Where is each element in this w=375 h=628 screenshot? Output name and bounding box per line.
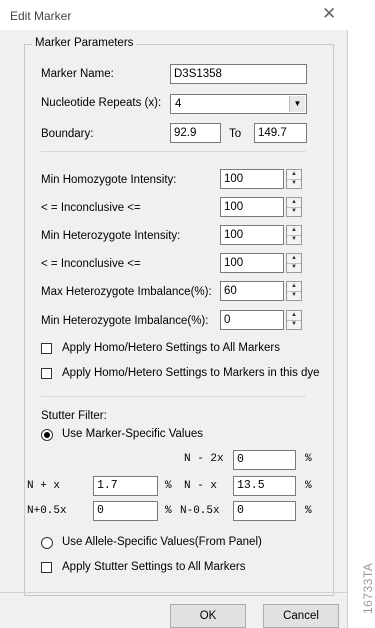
heterozygote-inconclusive-field[interactable]: 100	[220, 253, 284, 273]
max-heterozygote-imbalance-field[interactable]: 60	[220, 281, 284, 301]
spin-down-icon[interactable]: ▼	[287, 207, 301, 216]
close-icon[interactable]: ✕	[322, 5, 336, 23]
min-homozygote-intensity-spinner[interactable]: ▲ ▼	[286, 169, 302, 189]
apply-homo-hetero-dye-label: Apply Homo/Hetero Settings to Markers in…	[62, 367, 320, 379]
marker-name-label: Marker Name:	[41, 68, 114, 80]
n-minus-x-field[interactable]: 13.5	[233, 476, 296, 496]
title-bar: Edit Marker ✕	[0, 0, 348, 30]
min-heterozygote-intensity-spinner[interactable]: ▲ ▼	[286, 225, 302, 245]
apply-stutter-all-checkbox[interactable]	[41, 562, 52, 573]
min-homozygote-intensity-label: Min Homozygote Intensity:	[41, 174, 177, 186]
n-plus-half-x-field[interactable]: 0	[93, 501, 158, 521]
apply-homo-hetero-dye-checkbox[interactable]	[41, 368, 52, 379]
heterozygote-inconclusive-label: < = Inconclusive <=	[41, 258, 141, 270]
stutter-filter-label: Stutter Filter:	[41, 410, 107, 422]
nucleotide-repeats-label: Nucleotide Repeats (x):	[41, 97, 162, 109]
use-marker-specific-radio[interactable]	[41, 429, 53, 441]
min-heterozygote-imbalance-label: Min Heterozygote Imbalance(%):	[41, 315, 209, 327]
percent-unit: %	[305, 453, 312, 465]
min-heterozygote-imbalance-spinner[interactable]: ▲ ▼	[286, 310, 302, 330]
spin-down-icon[interactable]: ▼	[287, 291, 301, 300]
percent-unit: %	[165, 480, 172, 492]
apply-homo-hetero-all-label: Apply Homo/Hetero Settings to All Marker…	[62, 342, 280, 354]
n-minus-half-x-label: N-0.5x	[180, 505, 220, 517]
footer-divider	[0, 592, 348, 593]
divider	[41, 151, 306, 152]
heterozygote-inconclusive-spinner[interactable]: ▲ ▼	[286, 253, 302, 273]
min-heterozygote-imbalance-field[interactable]: 0	[220, 310, 284, 330]
homozygote-inconclusive-label: < = Inconclusive <=	[41, 202, 141, 214]
n-minus-x-label: N - x	[184, 480, 218, 492]
boundary-from-field[interactable]: 92.9	[170, 123, 221, 143]
max-heterozygote-imbalance-label: Max Heterozygote Imbalance(%):	[41, 286, 212, 298]
n-minus-half-x-field[interactable]: 0	[233, 501, 296, 521]
homozygote-inconclusive-spinner[interactable]: ▲ ▼	[286, 197, 302, 217]
boundary-label: Boundary:	[41, 128, 94, 140]
nucleotide-repeats-value: 4	[175, 98, 182, 110]
n-plus-x-label: N + x	[27, 480, 61, 492]
radio-selected-dot	[44, 432, 50, 438]
n-plus-half-x-label: N+0.5x	[27, 505, 67, 517]
spin-down-icon[interactable]: ▼	[287, 179, 301, 188]
figure-code: 16733TA	[361, 562, 375, 614]
chevron-down-icon[interactable]: ▼	[289, 96, 305, 112]
use-allele-specific-radio[interactable]	[41, 537, 53, 549]
percent-unit: %	[305, 480, 312, 492]
spin-down-icon[interactable]: ▼	[287, 263, 301, 272]
edit-marker-dialog: Edit Marker ✕ Marker Parameters Marker N…	[0, 0, 348, 628]
percent-unit: %	[165, 505, 172, 517]
min-heterozygote-intensity-field[interactable]: 100	[220, 225, 284, 245]
apply-homo-hetero-all-checkbox[interactable]	[41, 343, 52, 354]
n-plus-x-field[interactable]: 1.7	[93, 476, 158, 496]
max-heterozygote-imbalance-spinner[interactable]: ▲ ▼	[286, 281, 302, 301]
use-allele-specific-label: Use Allele-Specific Values(From Panel)	[62, 536, 262, 548]
boundary-to-field[interactable]: 149.7	[254, 123, 307, 143]
n-minus-2x-label: N - 2x	[184, 453, 224, 465]
ok-button[interactable]: OK	[170, 604, 246, 628]
percent-unit: %	[305, 505, 312, 517]
nucleotide-repeats-select[interactable]: 4 ▼	[170, 94, 307, 114]
homozygote-inconclusive-field[interactable]: 100	[220, 197, 284, 217]
min-heterozygote-intensity-label: Min Heterozygote Intensity:	[41, 230, 181, 242]
dialog-title: Edit Marker	[10, 9, 72, 23]
use-marker-specific-label: Use Marker-Specific Values	[62, 428, 204, 440]
group-title: Marker Parameters	[32, 37, 137, 49]
n-minus-2x-field[interactable]: 0	[233, 450, 296, 470]
spin-down-icon[interactable]: ▼	[287, 320, 301, 329]
min-homozygote-intensity-field[interactable]: 100	[220, 169, 284, 189]
apply-stutter-all-label: Apply Stutter Settings to All Markers	[62, 561, 246, 573]
divider	[41, 396, 306, 397]
cancel-button[interactable]: Cancel	[263, 604, 339, 628]
marker-name-field[interactable]: D3S1358	[170, 64, 307, 84]
boundary-to-label: To	[229, 128, 242, 140]
spin-down-icon[interactable]: ▼	[287, 235, 301, 244]
